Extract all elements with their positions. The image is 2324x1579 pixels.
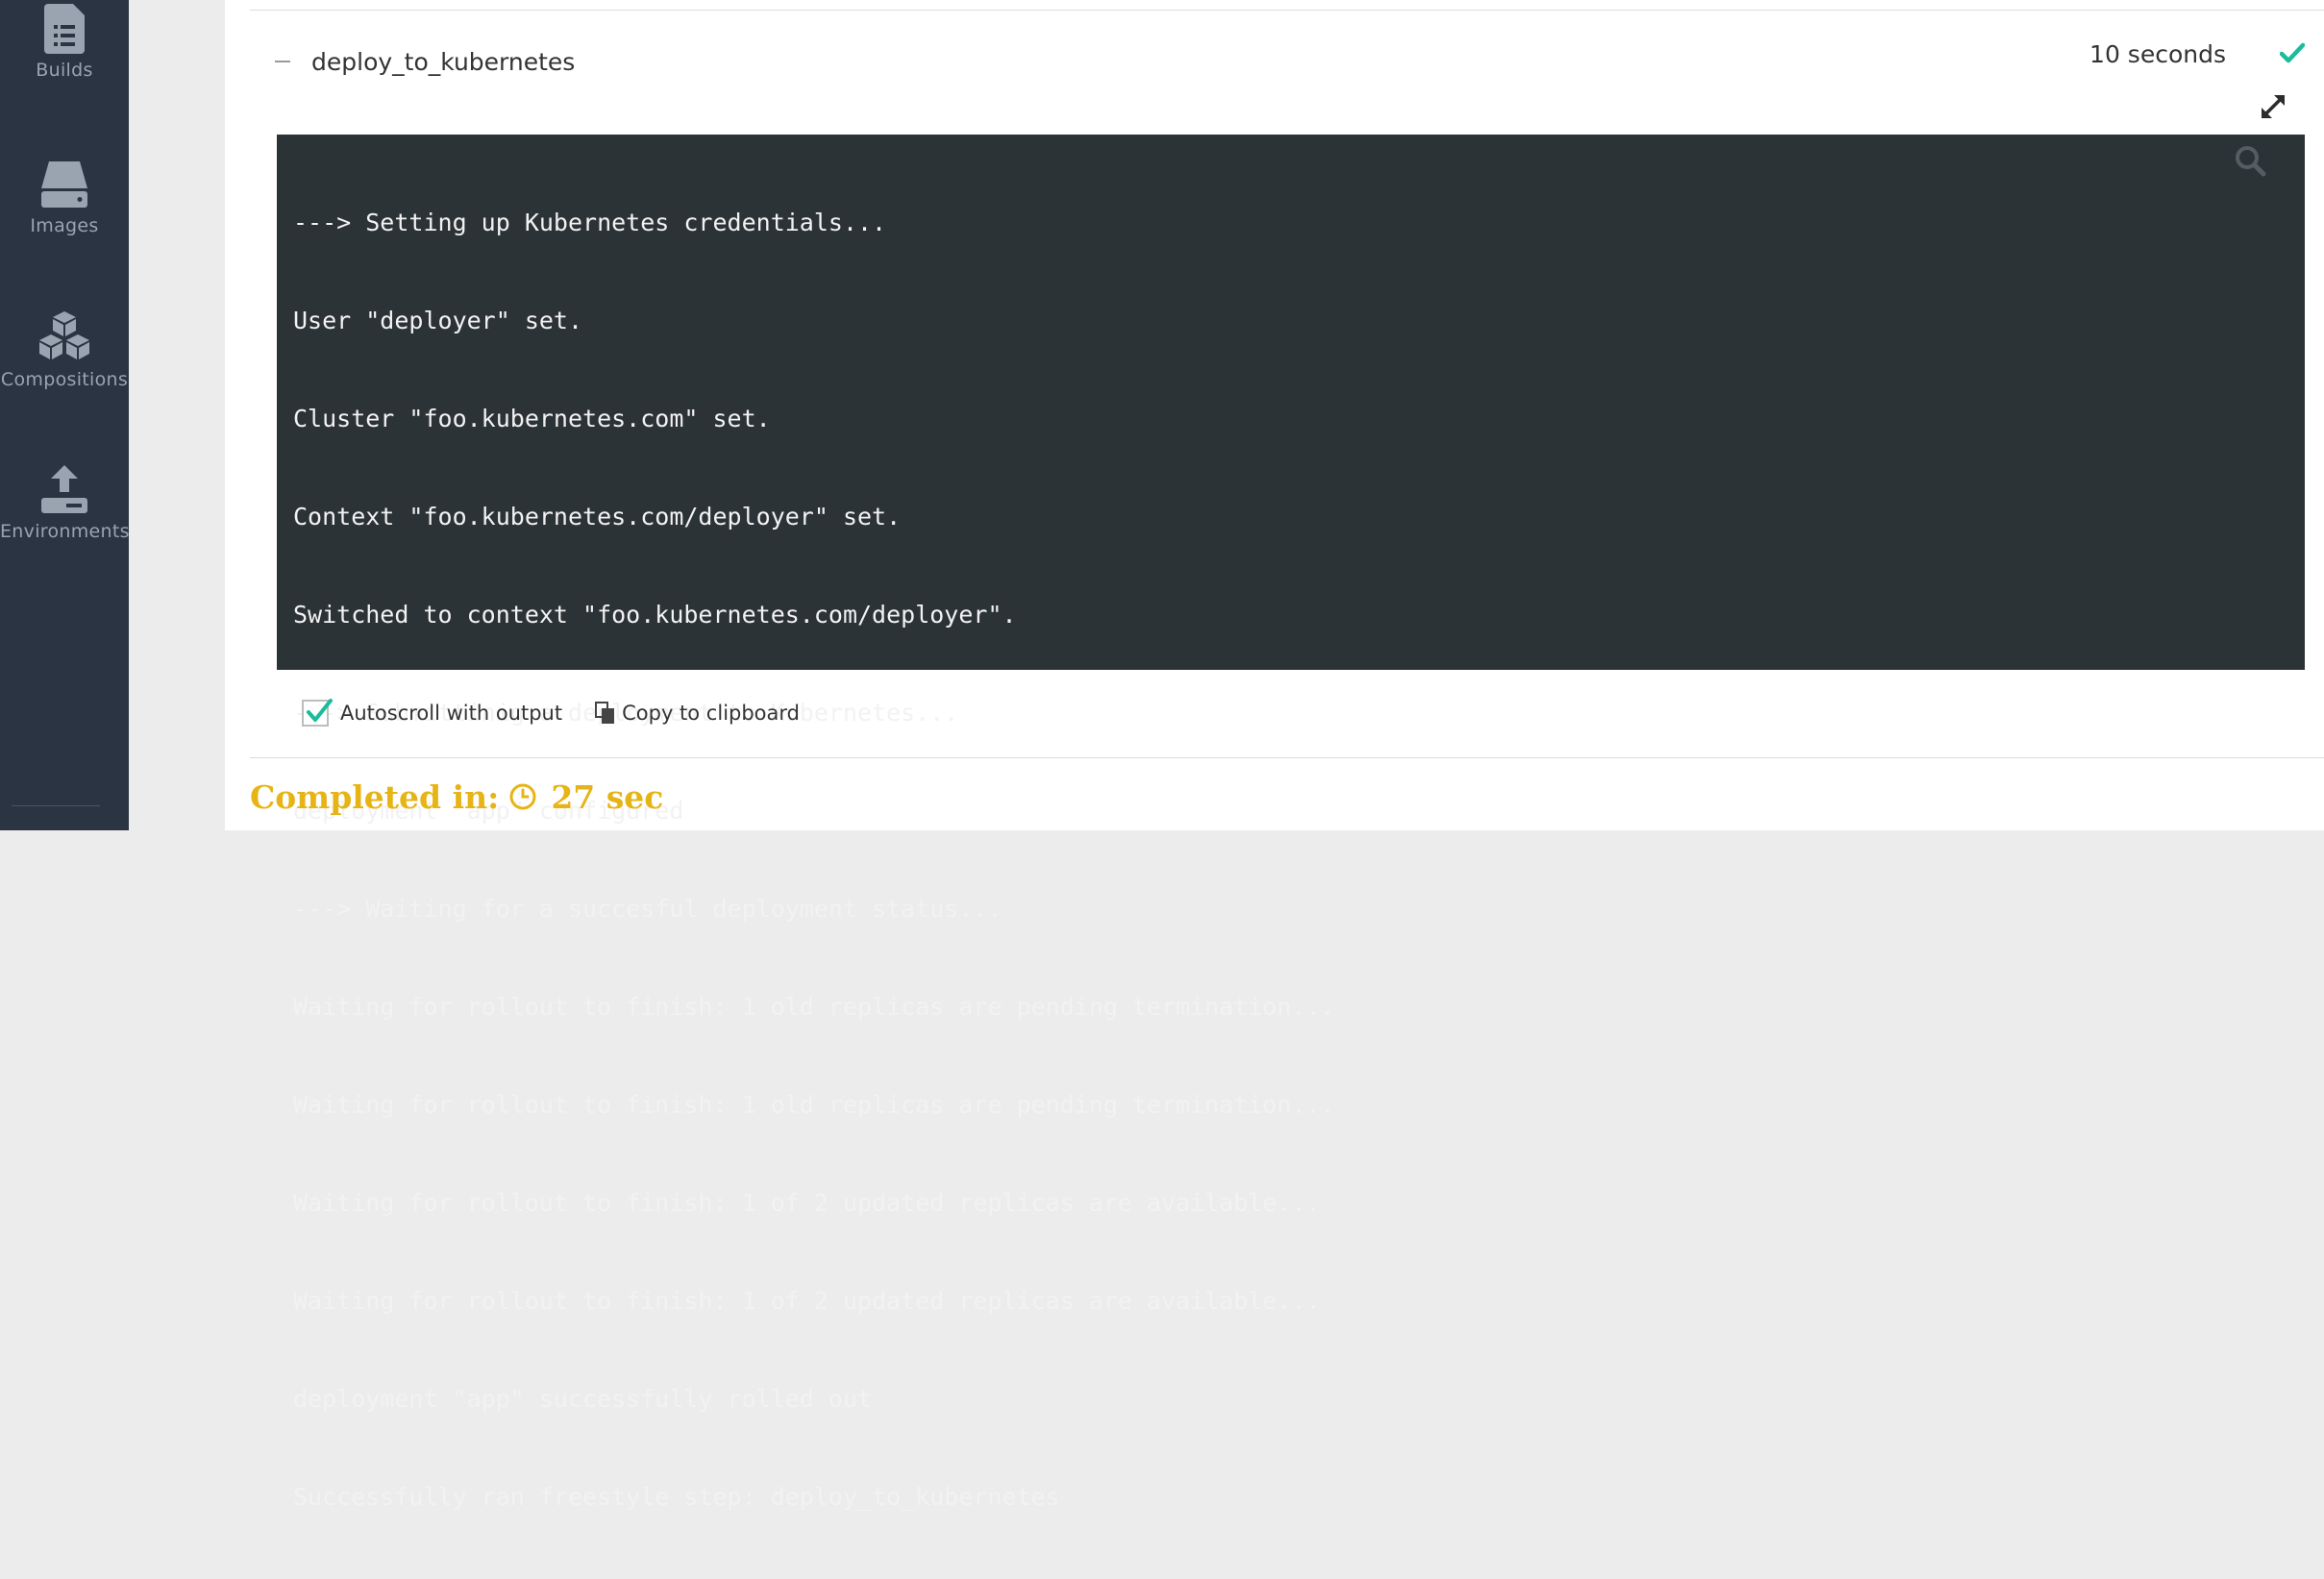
- search-icon[interactable]: [2234, 144, 2266, 177]
- copy-label: Copy to clipboard: [622, 702, 800, 725]
- sidebar-item-builds[interactable]: Builds: [0, 4, 129, 81]
- environments-icon: [41, 465, 87, 513]
- log-line: Cluster "foo.kubernetes.com" set.: [293, 405, 771, 432]
- log-line: Waiting for rollout to finish: 1 old rep…: [293, 1091, 1335, 1119]
- sidebar-item-label: Environments: [0, 521, 130, 542]
- log-line: User "deployer" set.: [293, 307, 583, 334]
- images-icon: [41, 161, 87, 208]
- sidebar-item-label: Compositions: [0, 369, 129, 390]
- builds-icon: [44, 4, 85, 54]
- collapse-icon[interactable]: [275, 61, 290, 62]
- compositions-icon: [39, 311, 89, 359]
- divider: [250, 10, 2324, 11]
- checkmark-icon: [307, 699, 333, 722]
- completed-value: 27 sec: [551, 777, 664, 816]
- clock-icon: [509, 783, 536, 810]
- log-line: Waiting for rollout to finish: 1 of 2 up…: [293, 1189, 1321, 1217]
- log-line: Successfully ran freestyle step: deploy_…: [293, 1483, 1060, 1511]
- copy-icon: [595, 702, 615, 724]
- step-duration: 10 seconds: [2089, 40, 2226, 68]
- log-controls: Autoscroll with output Copy to clipboard: [302, 694, 800, 732]
- log-line: Waiting for rollout to finish: 1 of 2 up…: [293, 1287, 1321, 1315]
- sidebar-item-images[interactable]: Images: [0, 160, 129, 236]
- autoscroll-checkbox[interactable]: [302, 699, 333, 727]
- log-line: Switched to context "foo.kubernetes.com/…: [293, 601, 1017, 629]
- sidebar-item-environments[interactable]: Environments: [0, 463, 130, 542]
- autoscroll-label[interactable]: Autoscroll with output: [340, 702, 562, 725]
- gutter: [129, 0, 225, 830]
- step-panel: deploy_to_kubernetes 10 seconds ---> Set…: [225, 0, 2324, 1511]
- sidebar: Builds Images Compositions Environments: [0, 0, 130, 830]
- log-line: deployment "app" successfully rolled out: [293, 1385, 873, 1413]
- log-line: ---> Waiting for a succesful deployment …: [293, 895, 1002, 923]
- completed-summary: Completed in: 27 sec: [250, 773, 663, 821]
- log-output[interactable]: ---> Setting up Kubernetes credentials..…: [277, 135, 2305, 1511]
- log-line: Context "foo.kubernetes.com/deployer" se…: [293, 503, 902, 530]
- sidebar-item-label: Builds: [36, 60, 93, 81]
- sidebar-item-compositions[interactable]: Compositions: [0, 309, 129, 390]
- sidebar-item-label: Images: [30, 215, 99, 236]
- check-icon: [2280, 42, 2305, 63]
- divider: [12, 805, 100, 806]
- expand-icon[interactable]: [2259, 92, 2287, 121]
- log-line: ---> Setting up Kubernetes credentials..…: [293, 209, 887, 236]
- log-lines: ---> Setting up Kubernetes credentials..…: [293, 141, 1335, 1579]
- divider: [250, 757, 2324, 758]
- step-name: deploy_to_kubernetes: [311, 47, 576, 76]
- copy-to-clipboard-button[interactable]: Copy to clipboard: [595, 702, 800, 725]
- step-header: deploy_to_kubernetes: [275, 42, 575, 81]
- completed-label: Completed in:: [250, 777, 500, 816]
- log-line: Waiting for rollout to finish: 1 old rep…: [293, 993, 1335, 1021]
